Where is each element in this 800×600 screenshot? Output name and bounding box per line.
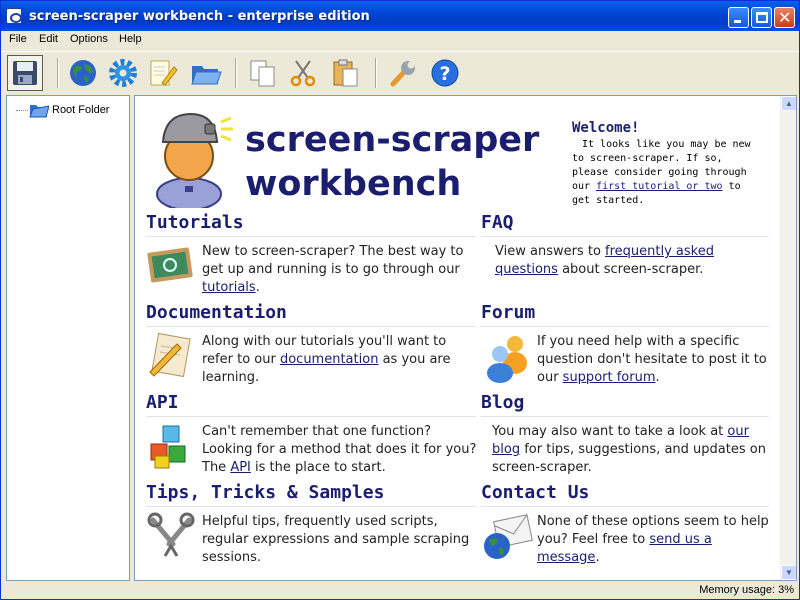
- scroll-down-button[interactable]: ▼: [781, 565, 796, 580]
- toolbar-separator: [235, 58, 237, 88]
- faq-text: View answers to frequently asked questio…: [495, 243, 765, 279]
- close-button[interactable]: ✕: [774, 7, 795, 28]
- web-button[interactable]: [65, 55, 101, 91]
- documentation-text: Along with our tutorials you'll want to …: [202, 333, 477, 387]
- help-icon: ?: [431, 59, 459, 87]
- forum-text: If you need help with a specific questio…: [537, 333, 769, 387]
- blog-text-after: for tips, suggestions, and updates on sc…: [492, 442, 766, 475]
- faq-text-before: View answers to: [495, 244, 606, 259]
- paste-icon: [333, 59, 358, 87]
- blog-text-before: You may also want to take a look at: [492, 424, 728, 439]
- forum-text-after: .: [655, 370, 660, 385]
- copy-icon: [250, 60, 275, 87]
- window-title: screen-scraper workbench - enterprise ed…: [29, 9, 370, 24]
- tutorials-text-after: .: [255, 280, 260, 295]
- cut-button[interactable]: [285, 55, 321, 91]
- paste-button[interactable]: [327, 55, 363, 91]
- menu-options[interactable]: Options: [70, 33, 108, 45]
- save-icon: [13, 61, 37, 85]
- help-button[interactable]: ?: [427, 55, 463, 91]
- toolbar-separator: [375, 58, 377, 88]
- title-bar[interactable]: screen-scraper workbench - enterprise ed…: [1, 1, 799, 31]
- api-link[interactable]: API: [230, 460, 251, 475]
- contact-text: None of these options seem to help you? …: [537, 513, 769, 567]
- document-pencil-icon: [149, 332, 191, 378]
- tree-connector: [16, 110, 28, 111]
- page-title-line1: screen-scraper: [245, 120, 540, 160]
- wrench-icon: [390, 61, 415, 87]
- documentation-link[interactable]: documentation: [280, 352, 378, 367]
- folder-tree[interactable]: Root Folder: [6, 95, 130, 581]
- page-title: screen-scraper workbench: [245, 118, 539, 206]
- chevron-down-icon: ▼: [785, 568, 793, 577]
- chevron-up-icon: ▲: [785, 99, 793, 108]
- close-icon: ✕: [778, 8, 792, 27]
- support-forum-link[interactable]: support forum: [563, 370, 656, 385]
- settings-button[interactable]: [105, 55, 141, 91]
- toolbar-separator: [57, 58, 59, 88]
- blocks-icon: [150, 425, 186, 469]
- folder-icon: [29, 105, 49, 118]
- menu-bar: File Edit Options Help: [1, 31, 799, 50]
- tutorials-heading: Tutorials: [146, 211, 476, 237]
- contact-heading: Contact Us: [481, 481, 769, 507]
- scroll-up-button[interactable]: ▲: [781, 96, 796, 111]
- faq-text-after: about screen-scraper.: [557, 262, 704, 277]
- scraper-mascot-icon: [156, 112, 233, 208]
- globe-icon: [70, 60, 96, 86]
- minimize-button[interactable]: [728, 7, 749, 28]
- email-icon: [484, 514, 533, 559]
- api-text-after: is the place to start.: [250, 460, 386, 475]
- vertical-scrollbar[interactable]: ▲ ▼: [780, 96, 796, 580]
- page-title-line2: workbench: [245, 164, 462, 204]
- app-icon[interactable]: [6, 8, 22, 24]
- open-button[interactable]: [187, 55, 223, 91]
- blog-heading: Blog: [481, 391, 769, 417]
- api-text: Can't remember that one function? Lookin…: [202, 423, 477, 477]
- cut-icon: [290, 60, 316, 87]
- tutorials-text: New to screen-scraper? The best way to g…: [202, 243, 477, 297]
- tips-text: Helpful tips, frequently used scripts, r…: [202, 514, 470, 565]
- maximize-button[interactable]: [751, 7, 772, 28]
- first-tutorial-link[interactable]: first tutorial or two: [596, 181, 722, 192]
- maximize-icon: [756, 12, 768, 23]
- faq-heading: FAQ: [481, 211, 769, 237]
- menu-edit[interactable]: Edit: [39, 33, 58, 45]
- tree-root-folder[interactable]: Root Folder: [52, 104, 109, 116]
- welcome-text: It looks like you may be new to screen-s…: [572, 138, 764, 208]
- save-button[interactable]: [7, 55, 43, 91]
- users-icon: [487, 336, 527, 383]
- toolbar: ?: [1, 51, 799, 93]
- tips-heading: Tips, Tricks & Samples: [146, 481, 476, 507]
- menu-file[interactable]: File: [9, 33, 27, 45]
- forum-heading: Forum: [481, 301, 769, 327]
- contact-text-after: .: [595, 550, 600, 565]
- tutorials-text-before: New to screen-scraper? The best way to g…: [202, 244, 464, 277]
- tools-icon: [147, 512, 195, 557]
- welcome-heading: Welcome!: [572, 120, 640, 136]
- menu-help[interactable]: Help: [119, 33, 142, 45]
- tutorials-link[interactable]: tutorials: [202, 280, 256, 295]
- api-heading: API: [146, 391, 476, 417]
- gear-icon: [109, 59, 137, 87]
- app-window: screen-scraper workbench - enterprise ed…: [0, 0, 800, 600]
- documentation-heading: Documentation: [146, 301, 476, 327]
- chalkboard-icon: [147, 247, 193, 283]
- status-bar: Memory usage: 3%: [1, 581, 799, 599]
- edit-button[interactable]: [145, 55, 181, 91]
- svg-text:?: ?: [439, 63, 450, 85]
- copy-button[interactable]: [245, 55, 281, 91]
- minimize-icon: [734, 20, 741, 23]
- pencil-icon: [150, 60, 178, 86]
- memory-usage: Memory usage: 3%: [699, 584, 794, 596]
- blog-text: You may also want to take a look at our …: [492, 423, 767, 477]
- tools-button[interactable]: [385, 55, 421, 91]
- folder-icon: [191, 66, 222, 85]
- welcome-page: screen-scraper workbench Welcome! It loo…: [134, 95, 797, 581]
